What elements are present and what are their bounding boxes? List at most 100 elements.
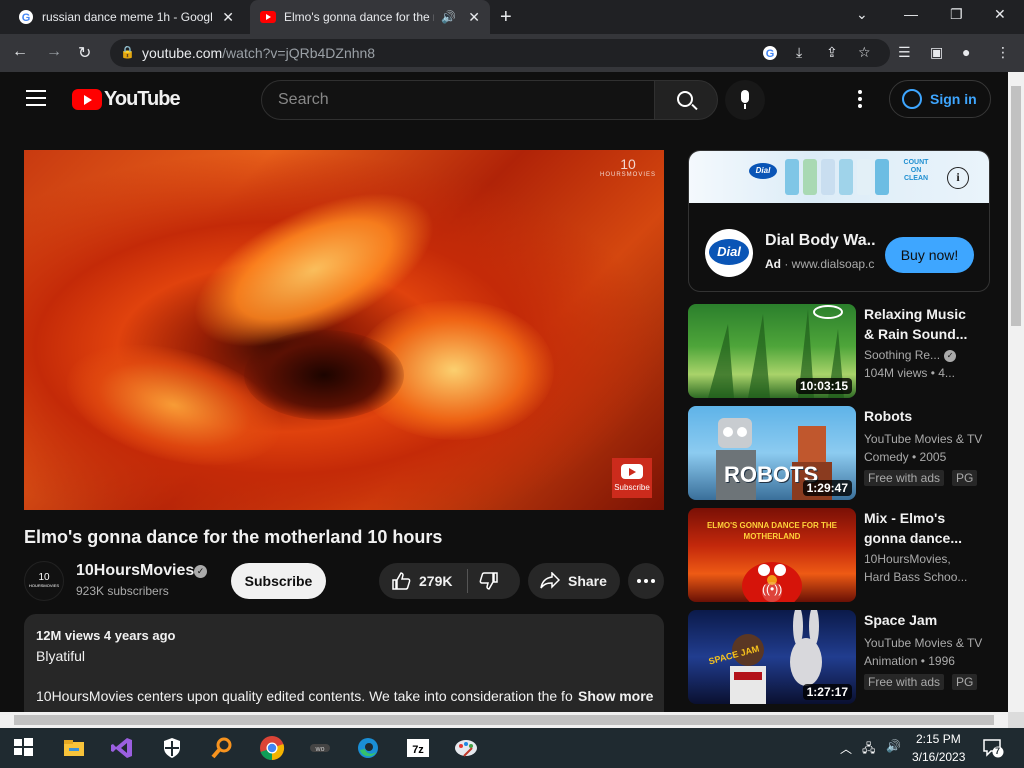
clock-date[interactable]: 3/16/2023 — [912, 750, 965, 764]
side-panel-icon[interactable]: ▣ — [930, 44, 943, 61]
recommended-video[interactable]: 10:03:15 Relaxing Music & Rain Sound... … — [688, 304, 990, 400]
ad-card[interactable]: Dial COUNT ON CLEAN i Dial Dial Body Wa.… — [688, 150, 990, 292]
video-title[interactable]: Relaxing Music & Rain Sound... — [864, 304, 974, 344]
video-thumbnail[interactable]: ROBOTS 1:29:47 — [688, 406, 856, 500]
voice-search-button[interactable] — [725, 80, 765, 120]
close-window-icon[interactable]: ✕ — [994, 6, 1006, 23]
subscribe-watermark-button[interactable]: Subscribe — [612, 458, 652, 498]
windows-taskbar: wo 7z ︿ 🖧 🔊 2:15 PM 3/16/2023 7 — [0, 728, 1024, 768]
restore-icon[interactable]: ❐ — [950, 6, 963, 23]
video-title[interactable]: Mix - Elmo's gonna dance... — [864, 508, 974, 548]
channel-name[interactable]: 10HoursMovies — [76, 562, 194, 580]
search-box — [261, 80, 655, 120]
description-box[interactable]: 12M views 4 years ago Blyatiful 10HoursM… — [24, 614, 664, 712]
svg-text:G: G — [766, 48, 775, 60]
video-thumbnail[interactable]: SPACE JAM 1:27:17 — [688, 610, 856, 704]
security-icon[interactable] — [160, 736, 184, 760]
app-icon[interactable]: wo — [308, 736, 332, 760]
address-bar[interactable]: 🔒 youtube.com/watch?v=jQRb4DZnhn8 G ⤓ ⇪ … — [110, 39, 890, 67]
notifications-icon[interactable]: 7 — [982, 738, 1004, 758]
channel-name: Soothing Re... ✓ — [864, 348, 984, 362]
masthead: YouTube Sign in — [0, 72, 1008, 128]
speaker-icon[interactable]: 🔊 — [441, 10, 456, 24]
close-tab-icon[interactable]: ✕ — [222, 9, 234, 26]
video-thumbnail[interactable]: ELMO'S GONNA DANCE FOR THE MOTHERLAND ((… — [688, 508, 856, 602]
youtube-play-icon — [72, 89, 102, 110]
subscribe-button[interactable]: Subscribe — [231, 563, 326, 599]
browser-tab-youtube[interactable]: Elmo's gonna dance for the motherland 🔊 … — [250, 0, 490, 34]
forward-icon[interactable]: → — [46, 43, 62, 61]
buy-now-button[interactable]: Buy now! — [885, 237, 974, 273]
youtube-favicon-icon — [260, 9, 276, 25]
profile-icon[interactable]: ● — [962, 44, 970, 60]
rating-badge: PG — [952, 470, 978, 486]
youtube-page: YouTube Sign in 10 HOURSMOVIES Subscribe… — [0, 72, 1008, 712]
recommended-video[interactable]: ELMO'S GONNA DANCE FOR THE MOTHERLAND ((… — [688, 508, 990, 604]
edge-icon[interactable] — [356, 736, 380, 760]
dislike-button[interactable] — [479, 571, 503, 591]
browser-tab-google[interactable]: G russian dance meme 1h - Google ✕ — [8, 0, 244, 34]
video-title[interactable]: Robots — [864, 406, 974, 426]
ad-title[interactable]: Dial Body Wa... — [765, 232, 875, 250]
share-page-icon[interactable]: ⇪ — [826, 44, 838, 61]
search-button[interactable] — [654, 80, 718, 120]
video-player[interactable]: 10 HOURSMOVIES Subscribe — [24, 150, 664, 510]
new-tab-icon[interactable]: + — [500, 6, 512, 29]
ad-banner[interactable]: Dial COUNT ON CLEAN i — [689, 151, 989, 203]
recommended-video[interactable]: ROBOTS 1:29:47 Robots YouTube Movies & T… — [688, 406, 990, 502]
url-text[interactable]: youtube.com/watch?v=jQRb4DZnhn8 — [142, 45, 375, 61]
free-with-ads-badge: Free with ads — [864, 674, 945, 690]
sign-in-button[interactable]: Sign in — [889, 80, 991, 118]
horizontal-scrollbar[interactable] — [0, 712, 1008, 728]
minimize-icon[interactable]: — — [904, 6, 918, 22]
network-icon[interactable]: 🖧 — [862, 739, 875, 760]
chrome-icon[interactable] — [258, 734, 286, 762]
7zip-icon[interactable]: 7z — [406, 736, 430, 760]
paint-icon[interactable] — [454, 736, 478, 760]
account-icon — [902, 89, 922, 109]
subscriber-count: 923K subscribers — [76, 584, 169, 598]
sign-in-label: Sign in — [930, 91, 977, 107]
video-meta: 104M views • 4... — [864, 366, 955, 380]
video-meta: Hard Bass Schoo... — [864, 570, 968, 584]
share-button[interactable]: Share — [528, 563, 620, 599]
youtube-logo[interactable]: YouTube — [72, 88, 181, 111]
settings-menu-icon[interactable] — [858, 90, 862, 111]
recommended-video[interactable]: SPACE JAM 1:27:17 Space Jam YouTube Movi… — [688, 610, 990, 706]
video-thumbnail[interactable]: 10:03:15 — [688, 304, 856, 398]
channel-avatar[interactable]: 10 HOURSMOVIES — [24, 561, 64, 601]
free-with-ads-badge: Free with ads — [864, 470, 945, 486]
tab-search-chevron-icon[interactable]: ⌄ — [856, 6, 868, 23]
clock-time[interactable]: 2:15 PM — [916, 732, 961, 746]
reading-list-icon[interactable]: ☰ — [898, 44, 911, 61]
video-title: Elmo's gonna dance for the motherland 10… — [24, 527, 443, 547]
search-input[interactable] — [278, 91, 638, 109]
ad-info-icon[interactable]: i — [947, 167, 969, 189]
file-explorer-icon[interactable] — [62, 736, 86, 760]
video-title[interactable]: Space Jam — [864, 610, 974, 630]
visual-studio-icon[interactable] — [110, 736, 134, 760]
reload-icon[interactable]: ↻ — [78, 43, 91, 63]
share-label: Share — [568, 573, 607, 589]
lock-icon[interactable]: 🔒 — [120, 45, 135, 59]
vertical-scrollbar[interactable] — [1008, 72, 1024, 712]
install-icon[interactable]: ⤓ — [796, 44, 802, 61]
google-lens-icon[interactable]: G — [762, 45, 778, 64]
more-actions-button[interactable] — [628, 563, 664, 599]
back-icon[interactable]: ← — [12, 43, 28, 61]
close-tab-icon[interactable]: ✕ — [468, 9, 480, 26]
search-tool-icon[interactable] — [210, 736, 234, 760]
advertiser-logo[interactable]: Dial — [705, 229, 753, 277]
guide-menu-icon[interactable] — [26, 90, 46, 111]
start-icon[interactable] — [12, 736, 36, 760]
like-button[interactable]: 279K — [379, 563, 467, 599]
chrome-menu-icon[interactable]: ⋮ — [996, 44, 1010, 61]
volume-icon[interactable]: 🔊 — [886, 739, 901, 753]
verified-badge-icon: ✓ — [194, 565, 207, 578]
svg-text:wo: wo — [315, 746, 325, 753]
rating-badge: PG — [952, 674, 978, 690]
video-duration: 1:29:47 — [802, 480, 852, 496]
show-hidden-icons[interactable]: ︿ — [840, 740, 852, 757]
show-more-link[interactable]: Show more — [578, 688, 653, 704]
bookmark-star-icon[interactable]: ☆ — [858, 44, 871, 61]
